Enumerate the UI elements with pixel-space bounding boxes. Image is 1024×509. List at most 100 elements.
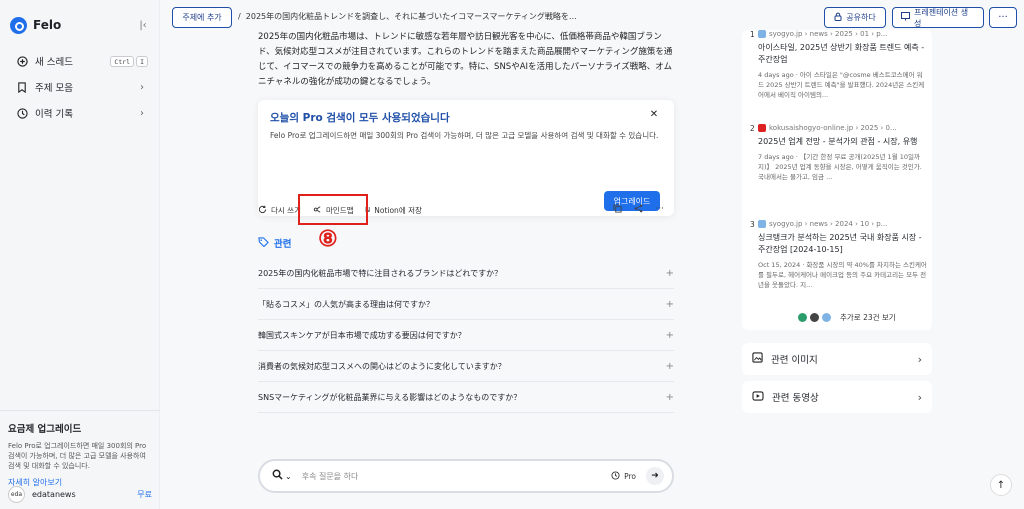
share-button[interactable]: 공유하다 (824, 7, 886, 28)
answer-text: 2025年の国内化粧品市場は、トレンドに敏感な若年層や訪日観光客を中心に、低価格… (258, 32, 673, 87)
related-heading-text: 관련 (274, 239, 292, 250)
related-question[interactable]: 韓国式スキンケアが日本市場で成功する要因は何ですか？ + (258, 320, 674, 351)
related-question[interactable]: 2025年の国内化粧品市場で特に注目されるブランドはどれですか？ + (258, 258, 674, 289)
sources-panel: 1 syogyo.jp › news › 2025 › 01 › p... 아이… (742, 30, 932, 330)
app-name[interactable]: Felo (33, 18, 61, 32)
source-site-text: syogyo.jp › news › 2024 › 10 › p... (769, 220, 888, 228)
source-title: 싱크탱크가 분석하는 2025년 국내 화장품 시장 - 주간장업 [2024-… (758, 233, 922, 254)
related-heading: 관련 (258, 236, 291, 250)
related-question-text: 2025年の国内化粧品市場で特に注目されるブランドはどれですか？ (258, 268, 503, 278)
sidebar-item-label: 이력 기록 (35, 109, 73, 120)
logo-row: Felo |‹ (10, 14, 150, 36)
chevron-right-icon: › (917, 352, 922, 366)
scroll-to-top-button[interactable]: ↑ (990, 474, 1012, 496)
thread-title: / 2025年の国内化粧品トレンドを調査し、それに基づいたイコマースマーケティン… (238, 11, 578, 22)
related-question[interactable]: SNSマーケティングが化粧品業界に与える影響はどのようなものですか？ + (258, 382, 674, 413)
sidebar: Felo |‹ 새 스레드 Ctrl I 주제 모음 › 이력 기록 › 요금제… (0, 0, 160, 509)
share-icon[interactable] (634, 204, 643, 216)
felo-logo-icon[interactable] (10, 16, 27, 34)
chevron-right-icon: › (140, 81, 144, 93)
add-to-topic-button[interactable]: 주제에 추가 (172, 7, 232, 28)
user-name: edatanews (32, 489, 76, 499)
user-row[interactable]: eda edatanews 무료 (8, 484, 152, 504)
close-icon[interactable]: ✕ (648, 109, 660, 120)
chevron-right-icon: › (140, 107, 144, 119)
tag-icon (258, 236, 269, 250)
source-site: syogyo.jp › news › 2025 › 01 › p... (758, 30, 928, 38)
sidebar-item-new-thread[interactable]: 새 스레드 Ctrl I (8, 48, 152, 74)
site-favicon-icon (758, 220, 766, 228)
plus-icon: + (665, 298, 674, 310)
sidebar-item-history[interactable]: 이력 기록 › (8, 100, 152, 126)
source-snippet: Oct 15, 2024 · 화장품 시장의 약 40%를 차지하는 스킨케어를… (758, 261, 927, 289)
sidebar-item-label: 주제 모음 (35, 83, 73, 94)
source-card[interactable]: 1 syogyo.jp › news › 2025 › 01 › p... 아이… (750, 30, 928, 100)
annotation-number: ⑧ (318, 226, 338, 252)
rewrite-button[interactable]: 다시 쓰기 (258, 205, 301, 216)
related-videos-label: 관련 동영상 (772, 393, 819, 404)
avatar[interactable]: eda (8, 485, 25, 503)
related-videos-card[interactable]: 관련 동영상 › (742, 381, 932, 413)
source-card[interactable]: 3 syogyo.jp › news › 2024 › 10 › p... 싱크… (750, 220, 928, 290)
related-images-label: 관련 이미지 (771, 355, 818, 366)
send-button[interactable]: ➜ (646, 467, 664, 485)
related-questions: 2025年の国内化粧品市場で特に注目されるブランドはどれですか？ + 「貼るコス… (258, 258, 674, 413)
chevron-down-icon: ⌄ (285, 471, 292, 481)
search-mode-selector[interactable]: ⌄ (272, 469, 292, 483)
related-question-text: 韓国式スキンケアが日本市場で成功する要因は何ですか？ (258, 330, 466, 340)
image-icon (752, 352, 763, 366)
related-question-text: SNSマーケティングが化粧品業界に与える影響はどのようなものですか？ (258, 392, 522, 402)
pro-mode-label: Pro (624, 471, 636, 481)
source-card[interactable]: 2 kokusaishogyo-online.jp › 2025 › 0... … (750, 124, 928, 182)
answer-actions-right: ··· (613, 204, 664, 216)
more-icon[interactable]: ··· (655, 204, 664, 216)
copy-icon[interactable] (613, 204, 622, 216)
more-sources-link[interactable]: 추가로 23건 보기 (798, 312, 896, 323)
related-question-text: 消費者の気候対応型コスメへの関心はどのように変化していますか？ (258, 361, 506, 371)
follow-up-input[interactable] (301, 471, 592, 481)
plan-badge[interactable]: 무료 (137, 489, 152, 500)
follow-up-bar: ⌄ Pro ➜ (258, 459, 674, 493)
pro-mode-toggle[interactable]: Pro (611, 470, 636, 482)
source-site: kokusaishogyo-online.jp › 2025 › 0... (758, 124, 928, 132)
upgrade-plan-box: 요금제 업그레이드 Felo Pro로 업그레이드하면 매일 300회의 Pro… (0, 410, 160, 488)
rewrite-label: 다시 쓰기 (271, 205, 301, 215)
more-options-button[interactable]: ··· (989, 7, 1017, 28)
source-mini-icon (798, 313, 807, 322)
plus-icon: + (665, 360, 674, 372)
lock-icon (834, 12, 842, 23)
related-images-card[interactable]: 관련 이미지 › (742, 343, 932, 375)
search-icon (272, 469, 283, 483)
refresh-icon (258, 205, 267, 216)
annotation-highlight-box (298, 194, 368, 225)
source-number: 2 (750, 124, 755, 133)
source-site-text: kokusaishogyo-online.jp › 2025 › 0... (769, 124, 897, 132)
collapse-sidebar-icon[interactable]: |‹ (136, 20, 150, 31)
save-to-notion-button[interactable]: N Notion에 저장 (365, 205, 422, 216)
notion-label: Notion에 저장 (374, 205, 422, 215)
related-question-text: 「貼るコスメ」の人気が高まる理由は何ですか？ (258, 299, 434, 309)
source-snippet: 4 days ago · 아이 스타일은 "@cosme 베스트코스메어 워드 … (758, 71, 925, 99)
new-thread-icon (16, 55, 28, 67)
source-mini-icon (810, 313, 819, 322)
create-presentation-button[interactable]: 프레젠테이션 생성 (892, 7, 984, 28)
source-site-text: syogyo.jp › news › 2025 › 01 › p... (769, 30, 888, 38)
plus-icon: + (665, 267, 674, 279)
related-question[interactable]: 「貼るコスメ」の人気が高まる理由は何ですか？ + (258, 289, 674, 320)
source-title: 2025년 업계 전망 - 분석가의 관점 - 시장, 유행 (758, 137, 918, 146)
related-question[interactable]: 消費者の気候対応型コスメへの関心はどのように変化していますか？ + (258, 351, 674, 382)
pro-notice-description: Felo Pro로 업그레이드하면 매일 300회의 Pro 검색이 가능하며,… (270, 131, 659, 140)
answer-area: 2025年の国内化粧品市場は、トレンドに敏感な若年層や訪日観光客を中心に、低価格… (258, 30, 678, 413)
source-number: 1 (750, 30, 755, 39)
sidebar-item-topics[interactable]: 주제 모음 › (8, 74, 152, 100)
shortcut-hint: Ctrl I (110, 55, 148, 67)
source-mini-icon (822, 313, 831, 322)
plus-icon: + (665, 329, 674, 341)
history-icon (16, 107, 28, 119)
sidebar-item-label: 새 스레드 (35, 57, 73, 68)
breadcrumb-separator: / (238, 12, 246, 21)
upgrade-description: Felo Pro로 업그레이드하면 매일 300회의 Pro 검색이 가능하며,… (8, 442, 147, 470)
presentation-icon (901, 12, 910, 23)
site-favicon-icon (758, 124, 766, 132)
source-number: 3 (750, 220, 755, 229)
